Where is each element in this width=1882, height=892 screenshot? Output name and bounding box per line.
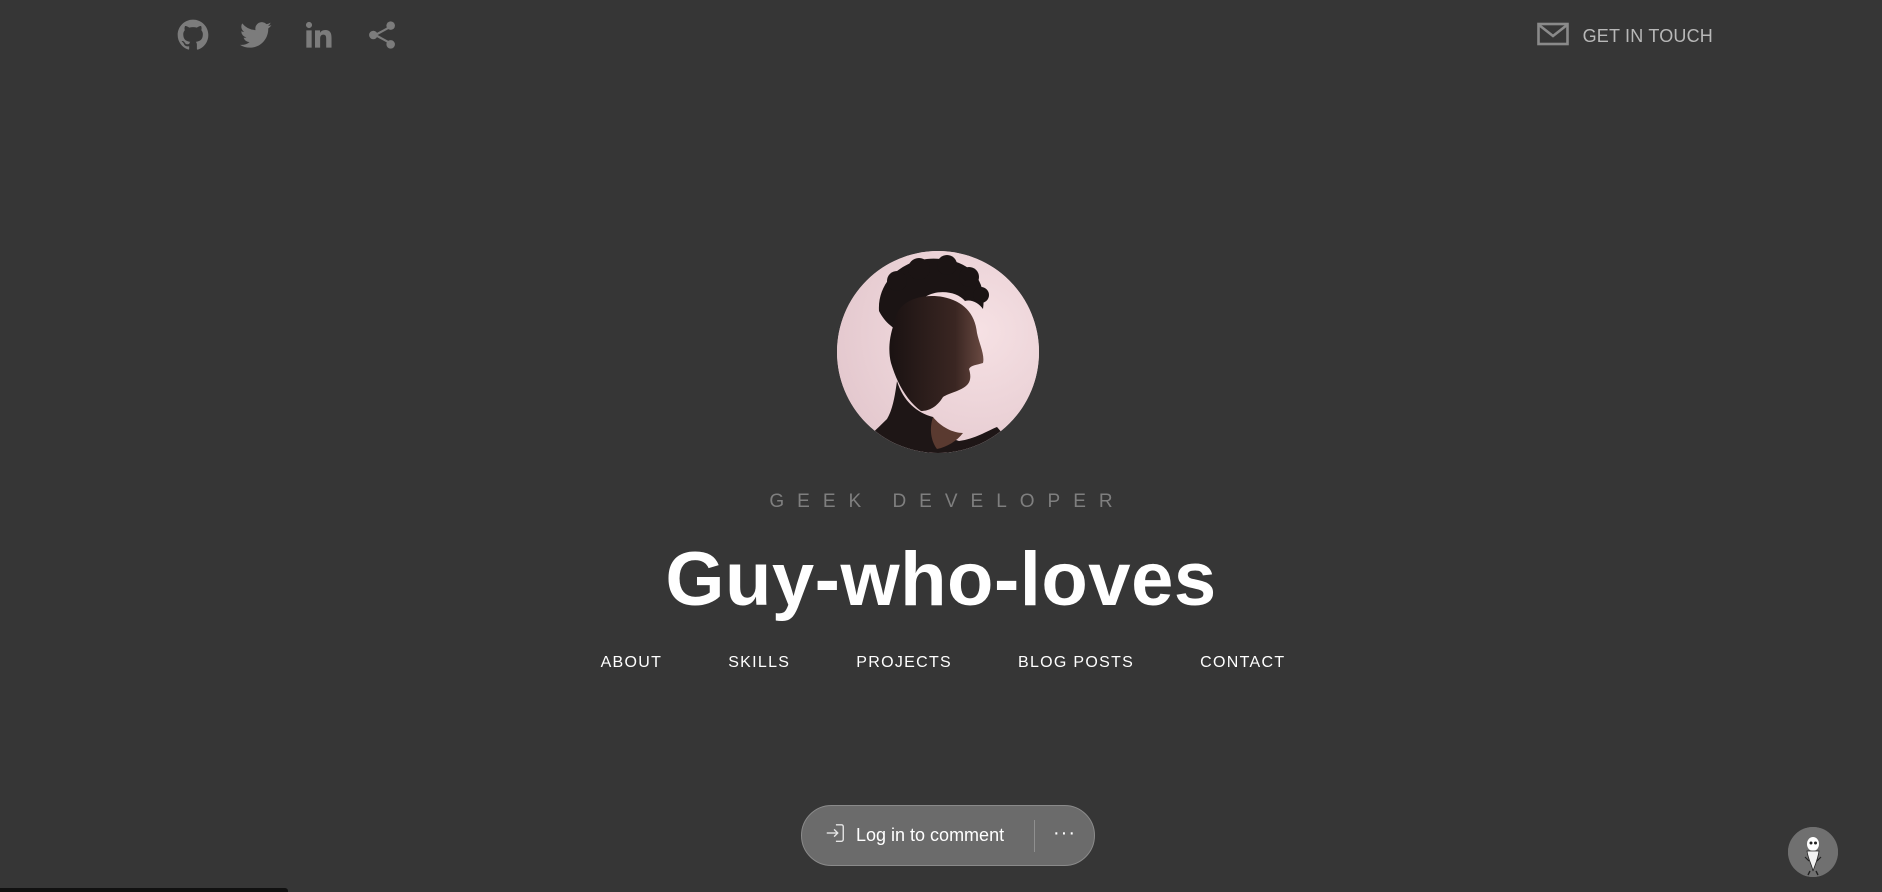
sign-in-icon: [824, 822, 846, 849]
hero-headline: Guy-who-loves: [665, 537, 1217, 622]
chat-bot-avatar[interactable]: [1788, 827, 1838, 877]
hero-tagline: GEEK DEVELOPER: [769, 491, 1126, 512]
nav-contact[interactable]: CONTACT: [1196, 654, 1285, 672]
comment-bar: Log in to comment ···: [801, 805, 1095, 866]
main-nav: ABOUT SKILLS PROJECTS BLOG POSTS CONTACT: [0, 654, 1882, 672]
linkedin-icon[interactable]: [302, 18, 335, 51]
login-to-comment-label: Log in to comment: [856, 825, 1005, 845]
share-icon[interactable]: [365, 18, 398, 51]
get-in-touch-label: GET IN TOUCH: [1582, 26, 1713, 46]
nav-blog-posts[interactable]: BLOG POSTS: [1014, 654, 1134, 672]
page: GET IN TOUCH GEEK DEVELOPER Guy-who-love…: [0, 0, 1882, 892]
login-to-comment-button[interactable]: Log in to comment: [802, 806, 1034, 865]
social-links: [176, 18, 398, 51]
twitter-icon[interactable]: [239, 18, 272, 51]
profile-avatar: [837, 251, 1039, 453]
nav-projects[interactable]: PROJECTS: [852, 654, 952, 672]
github-icon[interactable]: [176, 18, 209, 51]
get-in-touch-link[interactable]: GET IN TOUCH: [1536, 22, 1713, 51]
mail-icon: [1536, 22, 1569, 51]
nav-about[interactable]: ABOUT: [597, 654, 663, 672]
nav-skills[interactable]: SKILLS: [724, 654, 790, 672]
more-options-button[interactable]: ···: [1035, 823, 1094, 849]
bottom-progress-strip: [0, 888, 288, 892]
